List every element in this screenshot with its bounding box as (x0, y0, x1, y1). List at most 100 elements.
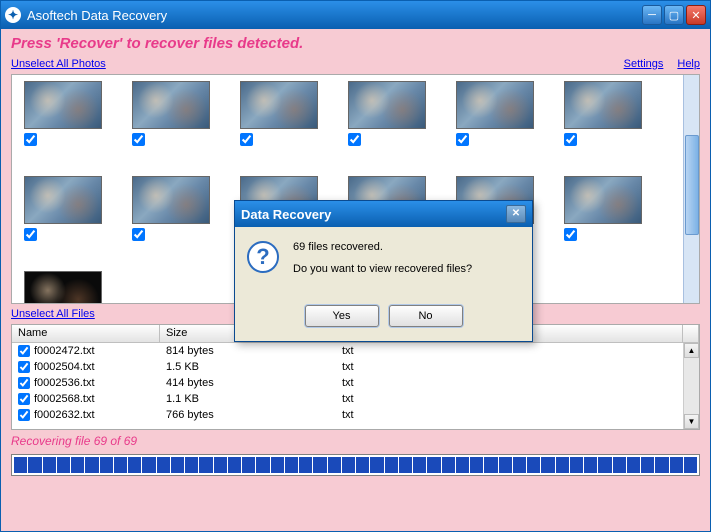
help-link[interactable]: Help (677, 58, 700, 70)
photo-item[interactable] (564, 176, 642, 241)
file-checkbox[interactable] (18, 345, 30, 357)
progress-segment (356, 457, 369, 473)
app-icon: ✦ (5, 7, 21, 23)
no-button[interactable]: No (389, 305, 463, 327)
topbar: Unselect All Photos Settings Help (1, 58, 710, 74)
photo-checkbox[interactable] (24, 228, 37, 241)
column-header-name[interactable]: Name (12, 325, 160, 342)
thumbnail-icon (348, 81, 426, 129)
progress-segment (570, 457, 583, 473)
photo-item[interactable] (456, 81, 534, 146)
progress-segment (613, 457, 626, 473)
progress-segment (342, 457, 355, 473)
progress-segment (285, 457, 298, 473)
file-name: f0002568.txt (34, 393, 95, 405)
progress-segment (43, 457, 56, 473)
photo-item[interactable] (564, 81, 642, 146)
thumbnail-icon (564, 176, 642, 224)
unselect-files-link[interactable]: Unselect All Files (11, 308, 95, 320)
progress-segment (641, 457, 654, 473)
progress-segment (584, 457, 597, 473)
progress-segment (370, 457, 383, 473)
photo-checkbox[interactable] (348, 133, 361, 146)
progress-segment (71, 457, 84, 473)
progress-segment (242, 457, 255, 473)
scrollbar-thumb[interactable] (685, 135, 699, 235)
progress-segment (214, 457, 227, 473)
progress-segment (470, 457, 483, 473)
progress-bar (11, 454, 700, 476)
scroll-up-arrow-icon[interactable]: ▲ (684, 343, 699, 358)
progress-segment (598, 457, 611, 473)
file-scrollbar[interactable]: ▲ ▼ (683, 343, 699, 429)
progress-segment (313, 457, 326, 473)
file-extension: txt (336, 393, 683, 405)
progress-segment (328, 457, 341, 473)
progress-segment (28, 457, 41, 473)
photo-item[interactable] (132, 176, 210, 241)
photo-item[interactable] (24, 271, 102, 303)
progress-segment (513, 457, 526, 473)
file-checkbox[interactable] (18, 377, 30, 389)
settings-link[interactable]: Settings (624, 58, 664, 70)
maximize-button[interactable]: ▢ (664, 5, 684, 25)
file-extension: txt (336, 345, 683, 357)
file-extension: txt (336, 377, 683, 389)
scroll-down-arrow-icon[interactable]: ▼ (684, 414, 699, 429)
progress-segment (185, 457, 198, 473)
file-size: 1.1 KB (160, 393, 336, 405)
progress-segment (427, 457, 440, 473)
progress-segment (413, 457, 426, 473)
table-row[interactable]: f0002536.txt414 bytestxt (12, 375, 683, 391)
dialog-title: Data Recovery (241, 207, 506, 222)
thumbnail-icon (456, 81, 534, 129)
file-name: f0002632.txt (34, 409, 95, 421)
file-size: 1.5 KB (160, 361, 336, 373)
dialog-titlebar: Data Recovery ✕ (235, 201, 532, 227)
table-row[interactable]: f0002504.txt1.5 KBtxt (12, 359, 683, 375)
file-checkbox[interactable] (18, 393, 30, 405)
photo-item[interactable] (24, 81, 102, 146)
photo-item[interactable] (348, 81, 426, 146)
photo-item[interactable] (240, 81, 318, 146)
photo-checkbox[interactable] (456, 133, 469, 146)
unselect-photos-link[interactable]: Unselect All Photos (11, 58, 106, 70)
close-button[interactable]: ✕ (686, 5, 706, 25)
question-icon: ? (247, 241, 279, 273)
file-checkbox[interactable] (18, 361, 30, 373)
progress-segment (128, 457, 141, 473)
table-row[interactable]: f0002568.txt 1.1 KBtxt (12, 391, 683, 407)
photo-checkbox[interactable] (24, 133, 37, 146)
progress-segment (157, 457, 170, 473)
file-name: f0002472.txt (34, 345, 95, 357)
thumbnail-icon (564, 81, 642, 129)
progress-segment (199, 457, 212, 473)
photo-item[interactable] (132, 81, 210, 146)
progress-segment (541, 457, 554, 473)
thumbnail-icon (24, 176, 102, 224)
progress-segment (385, 457, 398, 473)
dialog-message: 69 files recovered. Do you want to view … (293, 241, 472, 285)
photo-checkbox[interactable] (240, 133, 253, 146)
photo-checkbox[interactable] (564, 228, 577, 241)
progress-segment (228, 457, 241, 473)
table-row[interactable]: f0002472.txt814 bytestxt (12, 343, 683, 359)
photo-scrollbar[interactable] (683, 75, 699, 303)
yes-button[interactable]: Yes (305, 305, 379, 327)
progress-segment (684, 457, 697, 473)
progress-segment (499, 457, 512, 473)
dialog-close-button[interactable]: ✕ (506, 205, 526, 223)
window-title: Asoftech Data Recovery (27, 8, 640, 23)
file-extension: txt (336, 361, 683, 373)
photo-checkbox[interactable] (132, 228, 145, 241)
file-size: 414 bytes (160, 377, 336, 389)
progress-segment (670, 457, 683, 473)
photo-checkbox[interactable] (132, 133, 145, 146)
photo-checkbox[interactable] (564, 133, 577, 146)
progress-segment (85, 457, 98, 473)
minimize-button[interactable]: ─ (642, 5, 662, 25)
photo-item[interactable] (24, 176, 102, 241)
file-checkbox[interactable] (18, 409, 30, 421)
progress-segment (442, 457, 455, 473)
table-row[interactable]: f0002632.txt766 bytestxt (12, 407, 683, 423)
